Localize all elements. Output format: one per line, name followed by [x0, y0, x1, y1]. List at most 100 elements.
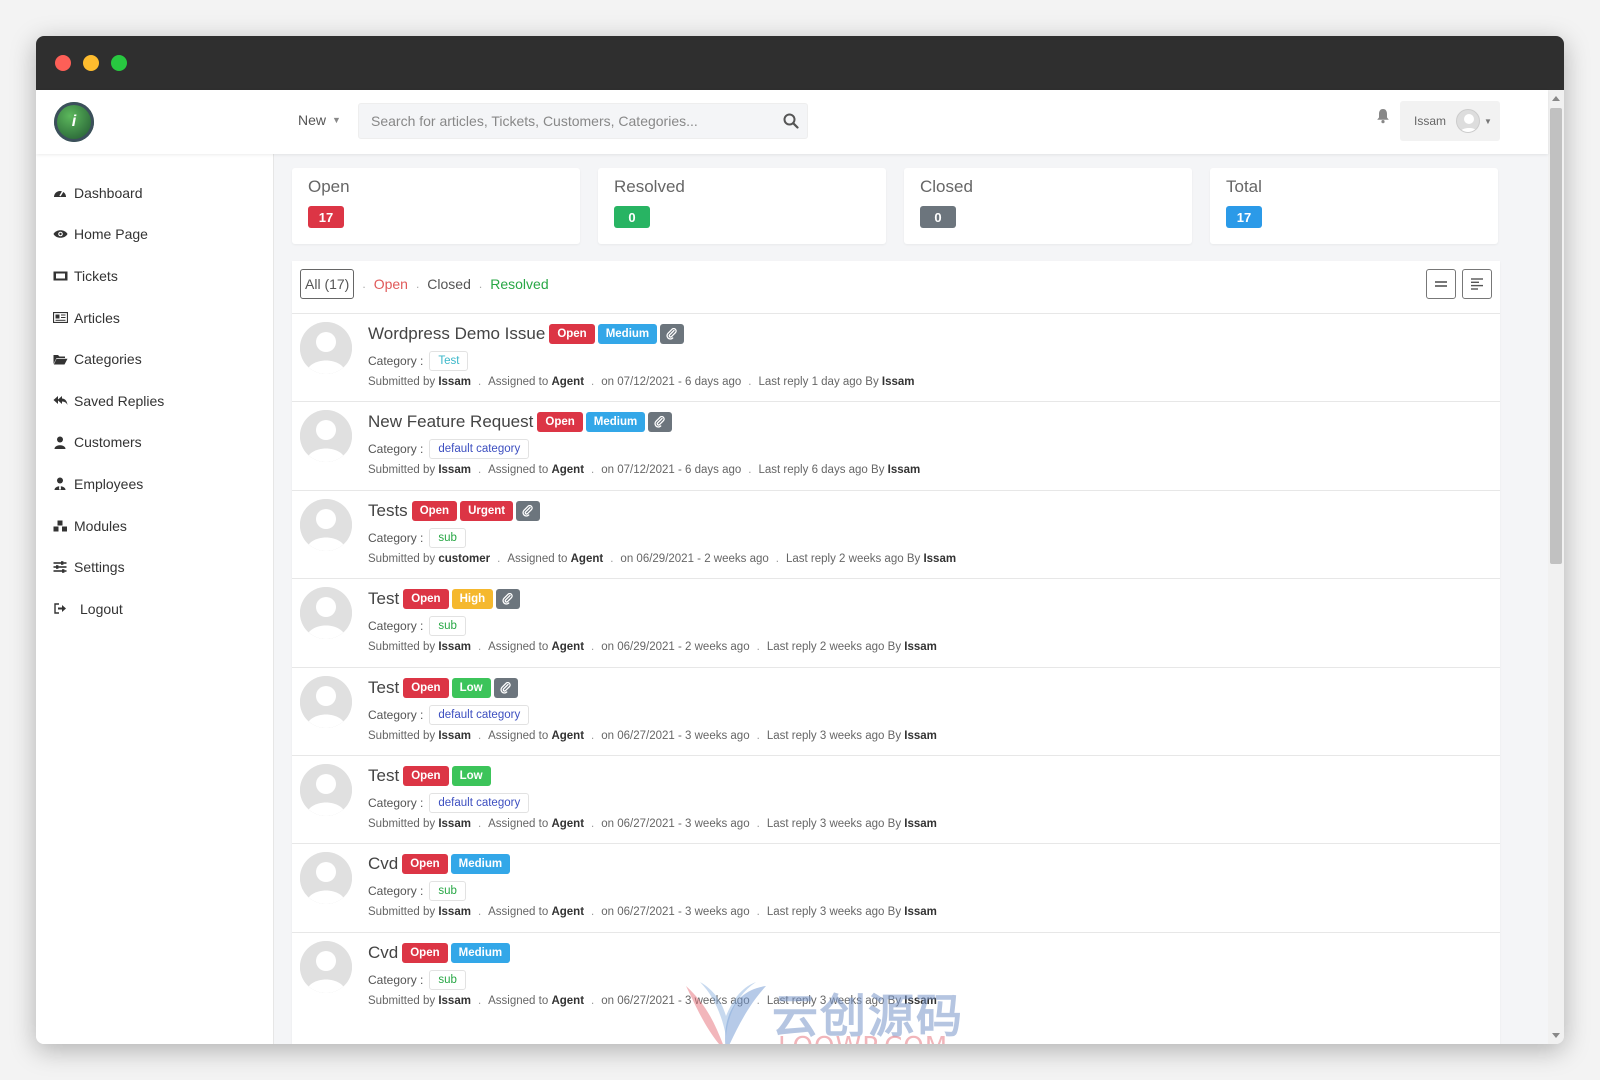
ticket-meta-row: Submitted by Issam. Assigned to Agent. on …: [368, 730, 937, 742]
sidebar-item-label: Articles: [74, 309, 120, 326]
minimize-window-button[interactable]: [83, 55, 99, 71]
sidebar-item-categories[interactable]: Categories: [36, 338, 273, 380]
submitter-name: Issam: [438, 376, 471, 388]
avatar: [300, 410, 352, 463]
filter-resolved-link[interactable]: Resolved: [490, 276, 548, 292]
ticket-title[interactable]: Wordpress Demo Issue: [368, 324, 545, 344]
sidebar-item-settings[interactable]: Settings: [36, 546, 273, 588]
stat-card-resolved[interactable]: Resolved 0: [598, 168, 886, 244]
close-window-button[interactable]: [55, 55, 71, 71]
last-reply-time: 6 days ago: [811, 464, 868, 477]
ticket-row[interactable]: New Feature Request Open Medium Category : d…: [292, 401, 1500, 489]
ticket-meta-row: Submitted by Issam. Assigned to Agent. on …: [368, 906, 937, 918]
category-chip[interactable]: Test: [429, 351, 469, 371]
ticket-row[interactable]: Test Open Low Category : default category Sub…: [292, 666, 1500, 755]
stat-card-total[interactable]: Total 17: [1210, 168, 1498, 244]
sidebar-item-tickets[interactable]: Tickets: [36, 255, 273, 297]
scroll-up-arrow[interactable]: [1552, 96, 1560, 101]
meta-separator: .: [610, 552, 614, 565]
ticket-row[interactable]: Test Open Low Category : default category Sub…: [292, 754, 1500, 843]
app-logo[interactable]: i: [54, 102, 94, 142]
priority-badge: Low: [451, 765, 491, 786]
new-dropdown-label: New: [298, 112, 327, 128]
by-label: By: [887, 817, 902, 830]
sidebar-item-dashboard[interactable]: Dashboard: [36, 172, 273, 214]
search-icon[interactable]: [783, 113, 799, 134]
ticket-title[interactable]: Cvd: [368, 943, 398, 963]
search-input[interactable]: [359, 104, 759, 138]
sidebar-item-label: Saved Replies: [74, 392, 165, 409]
maximize-window-button[interactable]: [111, 55, 127, 71]
ticket-row[interactable]: Wordpress Demo Issue Open Medium Category :…: [292, 313, 1500, 401]
filter-open-link[interactable]: Open: [374, 276, 408, 292]
by-label: By: [865, 376, 879, 388]
avatar: [300, 498, 352, 551]
agent-name: Agent: [570, 552, 604, 565]
filter-closed-link[interactable]: Closed: [427, 276, 471, 292]
ticket-title[interactable]: Tests: [368, 501, 408, 521]
ticket-row[interactable]: Cvd Open Medium Category : sub Submitted by I…: [292, 931, 1500, 1020]
ticket-row[interactable]: Cvd Open Medium Category : sub Submitted by I…: [292, 843, 1500, 931]
category-label: Category :: [368, 530, 424, 545]
sidebar-item-articles[interactable]: Articles: [36, 297, 273, 339]
newspaper-icon: [52, 312, 68, 324]
agent-name: Agent: [551, 906, 585, 919]
category-chip[interactable]: default category: [429, 704, 530, 725]
status-badge: Open: [549, 324, 595, 344]
submitted-by-label: Submitted by: [368, 729, 436, 742]
sidebar-item-logout[interactable]: Logout: [36, 588, 273, 630]
filter-all-button[interactable]: All (17): [300, 269, 355, 299]
ticket-title-row: Tests Open Urgent: [368, 500, 541, 521]
stat-card-open[interactable]: Open 17: [292, 168, 580, 244]
sidebar-item-home-page[interactable]: Home Page: [36, 214, 273, 256]
bell-icon[interactable]: [1376, 108, 1390, 129]
meta-separator: .: [748, 464, 752, 477]
stat-card-closed[interactable]: Closed 0: [904, 168, 1192, 244]
ticket-title[interactable]: Test: [368, 766, 399, 786]
detailed-view-button[interactable]: [1462, 269, 1492, 299]
sidebar-item-label: Logout: [80, 600, 123, 617]
assigned-to-label: Assigned to: [488, 641, 549, 654]
ticket-title[interactable]: Cvd: [368, 854, 398, 874]
chevron-down-icon: ▼: [1484, 116, 1492, 126]
sidebar-item-label: Tickets: [74, 267, 118, 284]
stat-count-badge: 0: [614, 206, 650, 228]
sidebar-item-customers[interactable]: Customers: [36, 422, 273, 464]
category-chip[interactable]: sub: [429, 969, 466, 990]
priority-badge: Medium: [585, 412, 646, 433]
category-chip[interactable]: sub: [429, 616, 466, 637]
ticket-title[interactable]: Test: [368, 678, 399, 698]
sidebar-item-saved-replies[interactable]: Saved Replies: [36, 380, 273, 422]
eye-icon: [52, 229, 68, 239]
sidebar: Dashboard Home Page Tickets Articles Cat…: [36, 154, 274, 1044]
new-dropdown[interactable]: New ▼: [298, 112, 341, 128]
user-menu[interactable]: Issam ▼: [1400, 101, 1500, 141]
compact-view-button[interactable]: [1426, 269, 1456, 299]
last-reply-label: Last reply: [766, 817, 817, 830]
ticket-row[interactable]: Test Open High Category : sub Submitted by Is…: [292, 578, 1500, 666]
category-chip[interactable]: sub: [429, 527, 466, 548]
last-reply-label: Last reply: [766, 641, 817, 654]
scrollbar-thumb[interactable]: [1550, 108, 1562, 564]
sidebar-item-modules[interactable]: Modules: [36, 505, 273, 547]
last-reply-label: Last reply: [766, 994, 817, 1007]
submitter-name: Issam: [438, 906, 471, 919]
category-chip[interactable]: default category: [429, 792, 530, 813]
last-reply-time: 3 weeks ago: [819, 906, 885, 919]
stat-count-badge: 0: [920, 206, 956, 228]
page-scrollbar[interactable]: [1548, 90, 1564, 1044]
ticket-title-row: Test Open Low: [368, 765, 491, 786]
reply-author: Issam: [923, 552, 957, 565]
agent-name: Agent: [551, 729, 585, 742]
on-label: on: [601, 817, 615, 830]
sidebar-item-employees[interactable]: Employees: [36, 463, 273, 505]
scroll-down-arrow[interactable]: [1552, 1033, 1560, 1038]
ticket-row[interactable]: Tests Open Urgent Category : sub Submitted by…: [292, 489, 1500, 578]
category-chip[interactable]: default category: [429, 439, 530, 460]
reply-author: Issam: [904, 994, 937, 1007]
category-chip[interactable]: sub: [429, 881, 466, 902]
ticket-title[interactable]: New Feature Request: [368, 412, 533, 432]
sidebar-item-label: Employees: [74, 475, 144, 492]
ticket-title[interactable]: Test: [368, 589, 399, 609]
meta-separator: .: [477, 729, 482, 742]
